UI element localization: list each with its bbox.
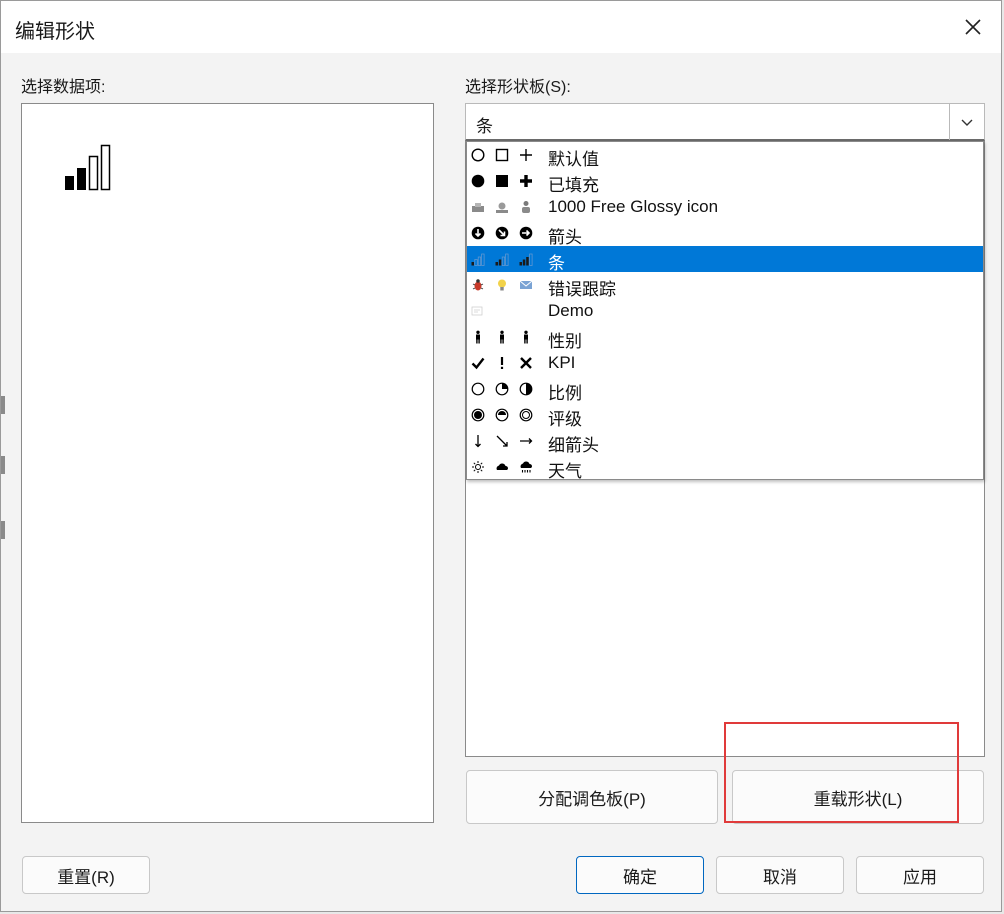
palette-option-rating[interactable]: 评级	[467, 402, 983, 429]
square-filled-icon	[496, 175, 508, 187]
palette-option-label: 已填充	[548, 176, 599, 195]
demo-icon	[471, 306, 483, 316]
lightbulb-icon	[498, 279, 506, 291]
palette-option-filled[interactable]: 已填充	[467, 168, 983, 195]
signal-bars-2-icon	[495, 253, 509, 266]
background-edge-mark	[1, 396, 5, 414]
person-icon	[500, 330, 504, 344]
shape-palette-combobox[interactable]: 条	[465, 103, 985, 141]
palette-option-arrows[interactable]: 箭头	[467, 220, 983, 247]
data-item-preview-panel[interactable]	[21, 103, 434, 823]
palette-option-weather[interactable]: 天气	[467, 454, 983, 481]
title-bar: 编辑形状	[1, 1, 1001, 53]
inbox-icon	[472, 203, 484, 212]
background-edge-mark	[1, 456, 5, 474]
cross-icon	[520, 357, 532, 369]
edit-shape-dialog: 编辑形状 选择数据项: 选择形状板(S): 条 默认值 已填充 1000 Fre…	[0, 0, 1002, 912]
ok-button[interactable]: 确定	[576, 856, 704, 894]
palette-option-label: 细箭头	[548, 436, 599, 455]
check-icon	[471, 357, 485, 370]
palette-option-gender[interactable]: 性别	[467, 324, 983, 351]
dialog-title: 编辑形状	[15, 21, 95, 43]
palette-option-label: 天气	[548, 462, 582, 481]
plus-icon	[520, 149, 532, 161]
palette-option-ratio[interactable]: 比例	[467, 376, 983, 403]
pie-half-icon	[519, 382, 533, 396]
plus-bold-icon	[520, 175, 532, 187]
reload-shapes-button[interactable]: 重载形状(L)	[732, 770, 984, 824]
rain-icon	[520, 461, 532, 473]
close-icon	[965, 19, 981, 35]
landscape-icon	[496, 202, 508, 213]
sun-icon	[472, 461, 484, 473]
close-button[interactable]	[961, 15, 985, 39]
select-data-item-label: 选择数据项:	[21, 79, 106, 96]
palette-option-label: Demo	[548, 301, 594, 320]
palette-option-label: 性别	[548, 332, 582, 351]
pie-empty-icon	[471, 382, 485, 396]
palette-option-glossy[interactable]: 1000 Free Glossy icon	[467, 194, 983, 220]
palette-option-kpi[interactable]: KPI	[467, 350, 983, 376]
palette-option-label: 1000 Free Glossy icon	[548, 197, 719, 216]
palette-option-thin-arrows[interactable]: 细箭头	[467, 428, 983, 455]
palette-option-bug-tracking[interactable]: 错误跟踪	[467, 272, 983, 299]
user-icon	[522, 201, 530, 213]
palette-option-label: 默认值	[548, 150, 599, 169]
palette-option-demo[interactable]: Demo	[467, 298, 983, 324]
bug-icon	[472, 279, 484, 291]
signal-bars-icon	[65, 144, 111, 191]
arrow-down-right-circle-icon	[495, 226, 509, 240]
palette-option-label: 错误跟踪	[548, 280, 616, 299]
apply-button[interactable]: 应用	[856, 856, 984, 894]
rating-full-icon	[471, 408, 485, 422]
palette-option-label: 评级	[548, 410, 582, 429]
reset-button[interactable]: 重置(R)	[22, 856, 150, 894]
envelope-icon	[519, 280, 533, 289]
palette-option-default[interactable]: 默认值	[467, 142, 983, 169]
arrow-right-circle-icon	[519, 226, 533, 240]
circle-outline-icon	[471, 148, 485, 162]
rating-half-icon	[495, 408, 509, 422]
circle-filled-icon	[471, 174, 485, 188]
pie-quarter-icon	[495, 382, 509, 396]
background-edge-mark	[1, 521, 5, 539]
palette-option-label: 条	[548, 254, 565, 273]
thin-arrow-right-icon	[520, 438, 533, 444]
signal-bars-3-icon	[519, 253, 533, 266]
thin-arrow-down-right-icon	[496, 435, 508, 447]
person-icon	[524, 330, 528, 344]
palette-option-label: KPI	[548, 353, 576, 372]
cloud-icon	[496, 463, 508, 470]
palette-option-bars[interactable]: 条	[467, 246, 983, 273]
shape-palette-dropdown[interactable]: 默认值 已填充 1000 Free Glossy icon 箭头 条 错误跟踪 …	[466, 141, 984, 481]
select-shape-palette-label: 选择形状板(S):	[465, 79, 571, 96]
palette-option-label: 比例	[548, 384, 582, 403]
cancel-button[interactable]: 取消	[716, 856, 844, 894]
combobox-dropdown-button[interactable]	[949, 104, 984, 140]
signal-bars-1-icon	[471, 253, 485, 266]
chevron-down-icon	[961, 119, 973, 126]
arrow-down-circle-icon	[471, 226, 485, 240]
rating-empty-icon	[519, 408, 533, 422]
palette-option-label: 箭头	[548, 228, 582, 247]
thin-arrow-down-icon	[475, 435, 481, 448]
combobox-selected-value: 条	[476, 117, 493, 136]
exclamation-icon	[500, 357, 504, 369]
person-icon	[476, 330, 480, 344]
assign-palette-button[interactable]: 分配调色板(P)	[466, 770, 718, 824]
square-outline-icon	[495, 148, 509, 162]
